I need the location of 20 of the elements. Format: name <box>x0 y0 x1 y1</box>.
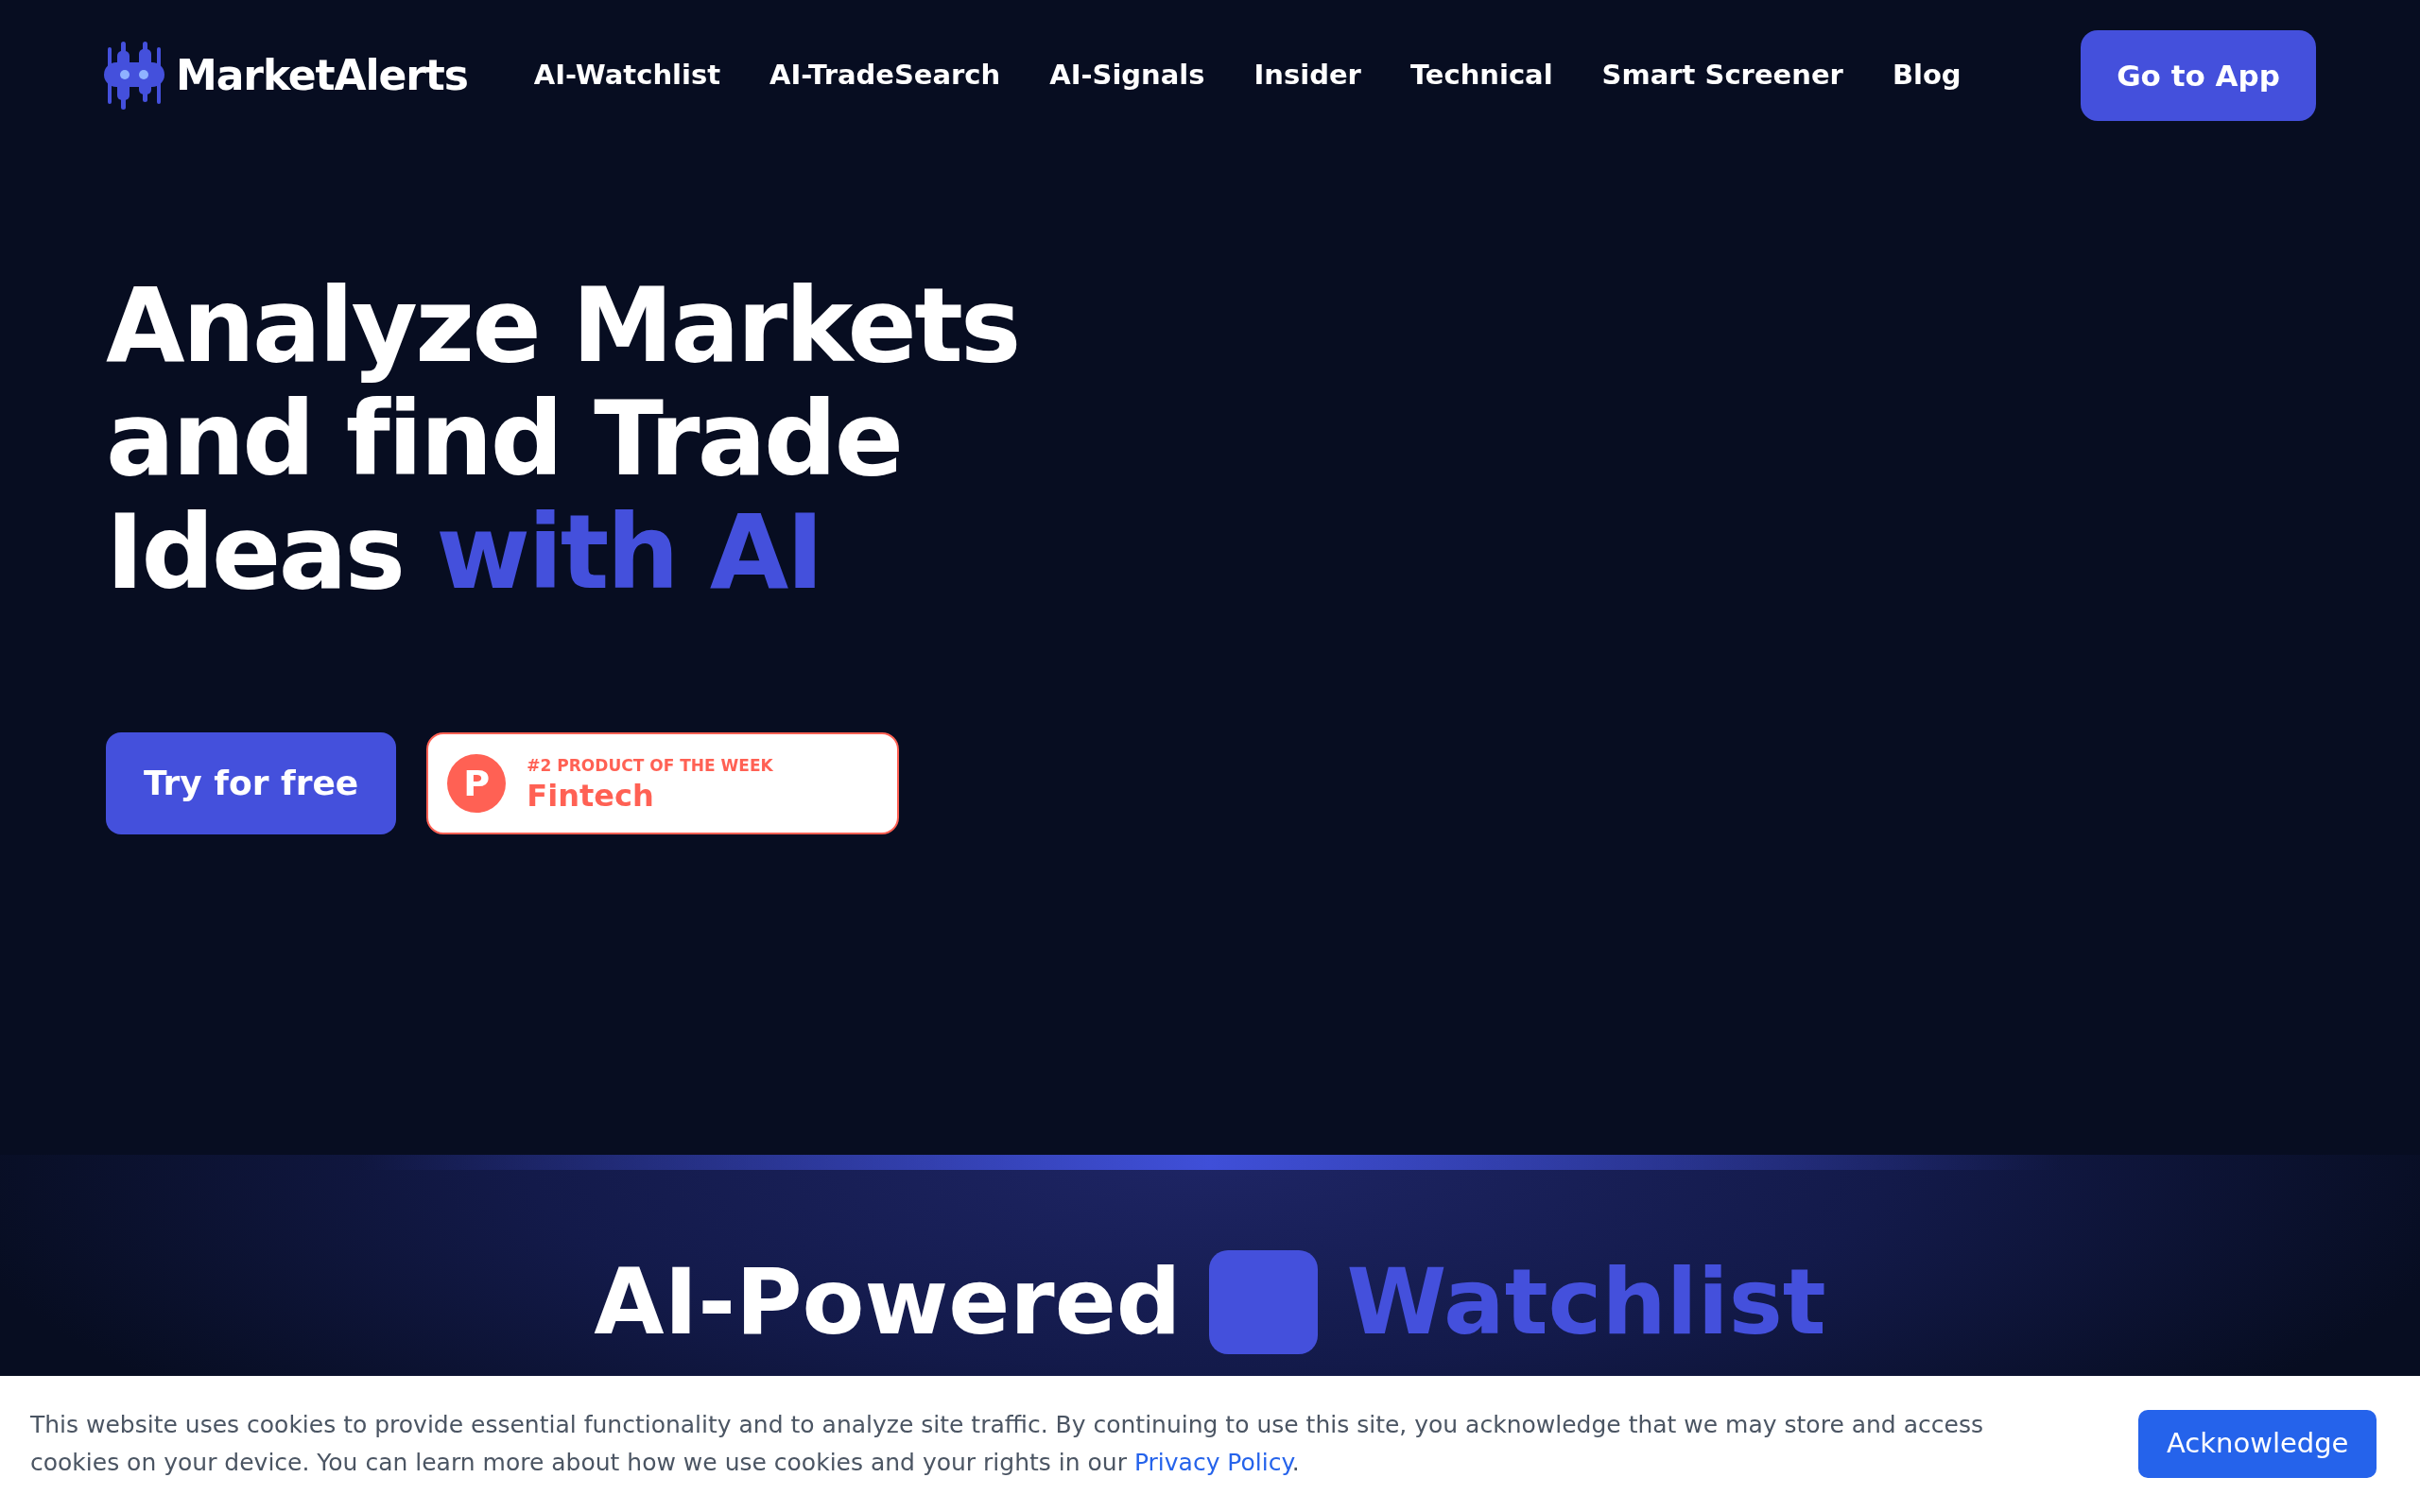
brand-logo-text[interactable]: MarketAlerts <box>176 44 468 107</box>
nav-link[interactable]: Blog <box>1892 55 1962 96</box>
nav-link[interactable]: Smart Screener <box>1601 55 1843 96</box>
try-for-free-button[interactable]: Try for free <box>106 732 397 834</box>
nav-link[interactable]: AI-TradeSearch <box>769 55 1001 96</box>
cookie-notice-text: This website uses cookies to provide essential functionality and to analyze site traffic. By continuing to use this site, you acknowledge that we may store and access cookies on your device. You can learn more about how we use cookies and your rights in our Privacy Policy. <box>30 1410 1984 1478</box>
go-to-app-button[interactable]: Go to App <box>2081 30 2316 121</box>
privacy-policy-link[interactable]: Privacy Policy <box>1133 1449 1292 1476</box>
nav-link[interactable]: Technical <box>1409 55 1553 96</box>
nav-link[interactable]: AI-Watchlist <box>533 55 721 96</box>
badge-category: Fintech <box>527 778 655 813</box>
nav-link[interactable]: Insider <box>1253 55 1361 96</box>
section-title: AI-Powered <box>594 1250 1182 1354</box>
hero-title: Analyze Markets and find Trade Ideas with AI <box>106 269 1020 610</box>
badge-caption: #2 PRODUCT OF THE WEEK <box>527 755 773 778</box>
nav-link[interactable]: AI-Signals <box>1049 55 1205 96</box>
section-title-accent: Watchlist <box>1346 1250 1826 1354</box>
product-hunt-icon: P <box>447 754 507 813</box>
logo-icon <box>104 42 164 110</box>
acknowledge-button[interactable]: Acknowledge <box>2138 1410 2377 1478</box>
